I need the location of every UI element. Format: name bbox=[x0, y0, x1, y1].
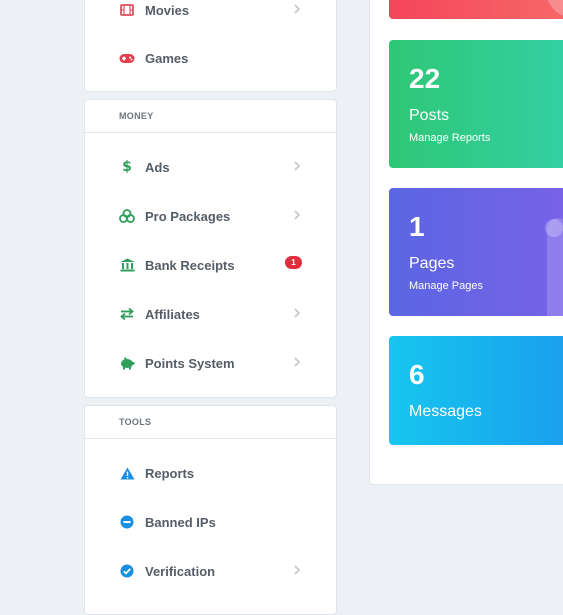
sidebar-panel-media: Movies Games bbox=[84, 0, 337, 92]
bank-icon bbox=[119, 257, 135, 273]
warning-icon bbox=[119, 465, 135, 481]
sidebar-item-label: Banned IPs bbox=[145, 514, 216, 530]
card-value: 6 bbox=[409, 359, 425, 390]
file-icon bbox=[545, 218, 563, 316]
sidebar-item-pro-packages[interactable]: Pro Packages bbox=[85, 201, 336, 231]
stat-card-messages[interactable]: 6 Messages bbox=[389, 336, 563, 445]
stat-card-posts[interactable]: 22 Posts Manage Reports bbox=[389, 40, 563, 168]
film-icon bbox=[119, 2, 135, 18]
sidebar-item-bank-receipts[interactable]: Bank Receipts 1 bbox=[85, 250, 336, 280]
card-subtitle-link[interactable]: Manage Pages bbox=[409, 280, 483, 292]
exchange-icon bbox=[119, 306, 135, 322]
sidebar-panel-money: MONEY $ Ads Pro Packages Bank Receipts 1… bbox=[84, 99, 337, 398]
sidebar-item-label: Reports bbox=[145, 465, 195, 481]
minus-circle-icon bbox=[119, 514, 135, 530]
dollar-icon: $ bbox=[122, 159, 132, 175]
card-title: Pages bbox=[409, 255, 455, 272]
sidebar-item-reports[interactable]: Reports bbox=[85, 458, 336, 488]
section-title-tools: TOOLS bbox=[85, 406, 336, 439]
sidebar-item-label: Movies bbox=[145, 2, 190, 18]
notification-badge: 1 bbox=[285, 256, 302, 269]
card-decoration bbox=[547, 0, 563, 16]
sidebar-item-label: Points System bbox=[145, 355, 235, 371]
coins-icon bbox=[119, 208, 135, 224]
card-subtitle-link[interactable]: Manage Reports bbox=[409, 132, 490, 144]
sidebar-item-label: Ads bbox=[145, 159, 170, 175]
sidebar-item-points-system[interactable]: Points System bbox=[85, 348, 336, 378]
gamepad-icon bbox=[119, 50, 135, 66]
stat-card-top[interactable] bbox=[389, 0, 563, 19]
chevron-right-icon bbox=[293, 158, 301, 176]
sidebar-item-label: Bank Receipts bbox=[145, 257, 235, 273]
chevron-right-icon bbox=[293, 562, 301, 580]
sidebar-panel-tools: TOOLS Reports Banned IPs Verification bbox=[84, 405, 337, 615]
chevron-right-icon bbox=[293, 207, 301, 225]
check-circle-icon bbox=[119, 563, 135, 579]
sidebar-item-games[interactable]: Games bbox=[85, 43, 336, 73]
section-title-money: MONEY bbox=[85, 100, 336, 133]
card-value: 1 bbox=[409, 211, 425, 242]
sidebar-item-verification[interactable]: Verification bbox=[85, 556, 336, 586]
card-title: Messages bbox=[409, 403, 482, 420]
stat-card-pages[interactable]: 1 Pages Manage Pages bbox=[389, 188, 563, 316]
sidebar-item-label: Affiliates bbox=[145, 306, 200, 322]
sidebar-item-affiliates[interactable]: Affiliates bbox=[85, 299, 336, 329]
sidebar-item-label: Games bbox=[145, 50, 189, 66]
piggy-bank-icon bbox=[119, 355, 135, 371]
card-value: 22 bbox=[409, 63, 441, 94]
card-title: Posts bbox=[409, 107, 450, 124]
sidebar-item-banned-ips[interactable]: Banned IPs bbox=[85, 507, 336, 537]
chevron-right-icon bbox=[293, 1, 301, 19]
sidebar-item-label: Verification bbox=[145, 563, 216, 579]
chevron-right-icon bbox=[293, 305, 301, 323]
sidebar-item-movies[interactable]: Movies bbox=[85, 0, 336, 25]
sidebar-item-label: Pro Packages bbox=[145, 208, 231, 224]
sidebar-item-ads[interactable]: $ Ads bbox=[85, 152, 336, 182]
chevron-right-icon bbox=[293, 354, 301, 372]
